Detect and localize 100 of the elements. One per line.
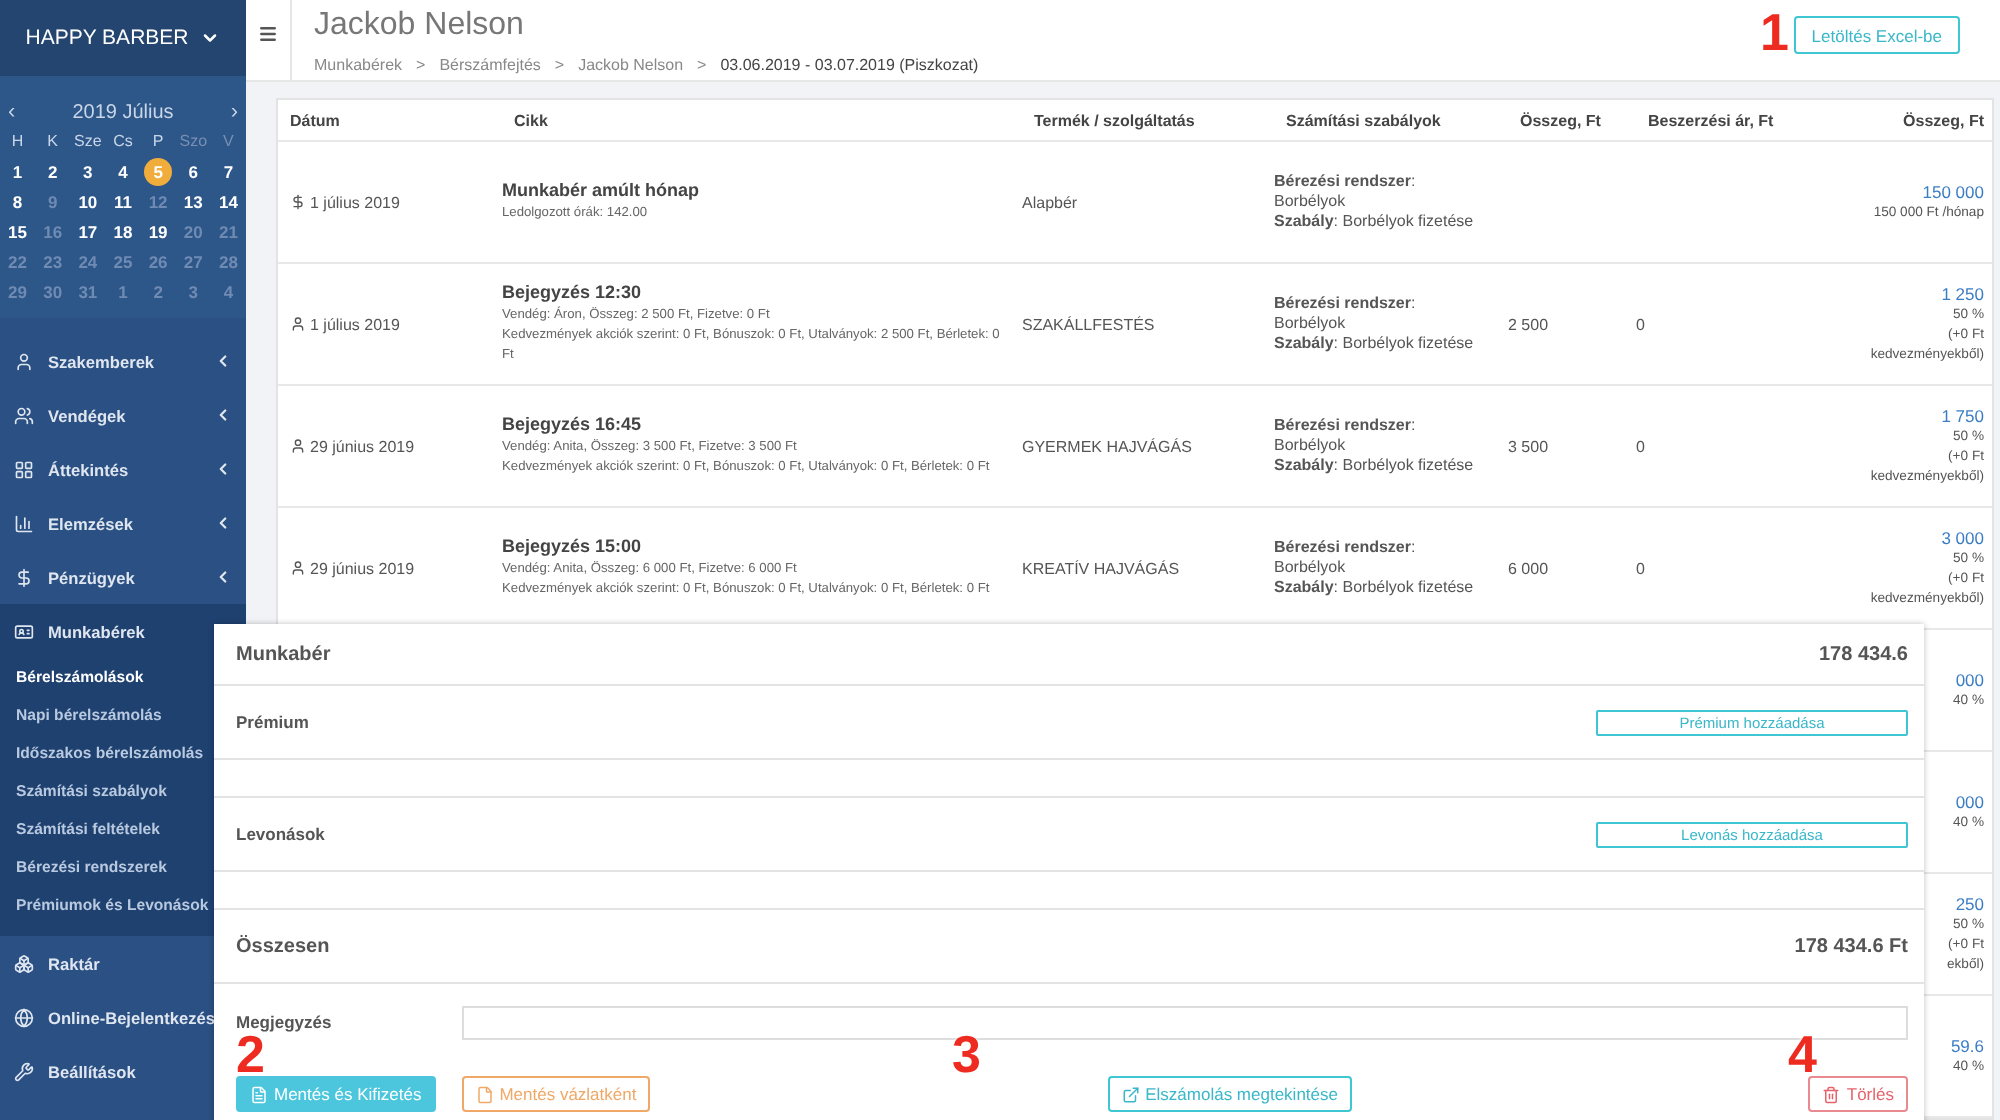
annotation-number: 4 (1788, 1028, 1817, 1080)
next-month-arrow[interactable]: › (230, 100, 238, 124)
export-excel-button[interactable]: Letöltés Excel-be (1793, 16, 1960, 54)
calendar-day[interactable]: 8 (0, 188, 36, 216)
weekday-label: K (45, 130, 61, 154)
annotation-number: 2 (236, 1028, 265, 1080)
amount-cell-text: 3 500 (1508, 437, 1551, 455)
calendar-day[interactable]: 13 (175, 188, 211, 216)
sidebar-item[interactable]: Munkabérek (0, 604, 159, 658)
cost-cell-text: 0 (1636, 559, 1647, 577)
total-amount-link[interactable]: 000 (1955, 790, 1984, 814)
item-title: Bejegyzés 15:00 (502, 536, 644, 556)
chevron-left-icon (214, 514, 232, 532)
rule-text: Bérezési rendszer: (1274, 172, 1418, 192)
menu-icon[interactable] (258, 24, 278, 44)
boxes-icon (14, 953, 34, 973)
calendar-day[interactable]: 11 (105, 188, 141, 216)
sidebar-item[interactable]: Áttekintés (0, 442, 246, 496)
user-icon (290, 438, 306, 454)
column-header: Cikk (512, 111, 550, 129)
calendar-day[interactable]: 4 (105, 158, 141, 186)
date-text: 1 július 2019 (310, 315, 400, 333)
sidebar-item[interactable]: Online-Bejelentkezés (0, 990, 229, 1044)
chevron-left-icon (214, 568, 232, 586)
total-amount-link[interactable]: 3 000 (1941, 526, 1984, 550)
chevron-left-icon (214, 406, 232, 424)
page-title: Jackob Nelson (314, 8, 524, 44)
sidebar-item[interactable]: Elemzések (0, 496, 246, 550)
users-icon (14, 405, 34, 425)
product-cell-text: GYERMEK HAJVÁGÁS (1022, 437, 1194, 455)
column-header: Beszerzési ár, Ft (1646, 111, 1776, 129)
calendar-day[interactable]: 2 (35, 158, 71, 186)
rule-text: Szabály: Borbélyok fizetése (1274, 578, 1476, 598)
date-text: 29 június 2019 (310, 559, 415, 577)
weekday-label: Cs (111, 130, 135, 154)
item-title: Bejegyzés 16:45 (502, 414, 644, 434)
total-amount-link[interactable]: 000 (1955, 668, 1984, 692)
total-amount-link[interactable]: 1 750 (1941, 404, 1984, 428)
total-amount-link[interactable]: 59.6 (1950, 1034, 1984, 1058)
total-amount-link[interactable]: 1 250 (1941, 282, 1984, 306)
calendar-day[interactable]: 6 (175, 158, 211, 186)
sidebar-item[interactable]: Raktár (0, 936, 114, 990)
chevron-down-icon[interactable] (200, 28, 221, 48)
sidebar-item[interactable]: Beállítások (0, 1044, 150, 1098)
user-icon (290, 560, 306, 576)
rule-text: Borbélyok (1274, 436, 1348, 456)
calendar-day[interactable]: 10 (70, 188, 106, 216)
breadcrumb-separator: > (554, 56, 565, 74)
note-label: Megjegyzés (236, 1012, 332, 1032)
column-header: Számítási szabályok (1284, 111, 1443, 129)
total-amount-link[interactable]: 150 000 (1922, 180, 1984, 204)
annotation-number: 1 (1760, 6, 1789, 58)
breadcrumb-separator: > (697, 56, 707, 74)
delete-button[interactable]: Törlés (1808, 1076, 1909, 1112)
date-text: 1 július 2019 (310, 193, 400, 211)
calendar-day[interactable]: 15 (0, 218, 36, 246)
grid-icon (14, 459, 34, 479)
note-field[interactable] (462, 1005, 1908, 1039)
product-cell-text: SZAKÁLLFESTÉS (1022, 315, 1157, 333)
prev-month-arrow[interactable]: ‹ (8, 100, 16, 124)
chevron-left-icon (214, 460, 232, 478)
cost-cell-text: 0 (1636, 315, 1647, 333)
sidebar-item[interactable]: Szakemberek (0, 334, 246, 388)
calendar-day[interactable]: 1 (0, 158, 36, 186)
breadcrumb-link[interactable]: Munkabérek (314, 56, 403, 74)
rule-text: Szabály: Borbélyok fizetése (1274, 212, 1476, 232)
view-settlement-button[interactable]: Elszámolás megtekintése (1107, 1076, 1352, 1112)
user-icon (290, 316, 306, 332)
wrench-icon (14, 1061, 34, 1081)
breadcrumb-link[interactable]: Bérszámfejtés (439, 56, 541, 74)
file-icon (475, 1085, 494, 1103)
calendar-day[interactable]: 17 (70, 218, 106, 246)
column-header: Összeg, Ft (1901, 111, 1986, 129)
total-value: 178 434.6 Ft (1794, 935, 1908, 957)
total-amount-link[interactable]: 250 (1955, 892, 1984, 916)
total-label: Összesen (236, 935, 330, 957)
rule-text: Szabály: Borbélyok fizetése (1274, 456, 1476, 476)
calendar-day[interactable]: 7 (210, 158, 246, 186)
calendar-day[interactable]: 14 (210, 188, 246, 216)
dollar-icon (14, 567, 34, 587)
date-text: 29 június 2019 (310, 437, 415, 455)
calendar-day[interactable]: 19 (140, 218, 176, 246)
dollar-icon (290, 194, 306, 210)
document-icon (250, 1085, 268, 1103)
chevron-left-icon (214, 352, 232, 370)
rule-text: Bérezési rendszer: (1274, 294, 1418, 314)
trash-icon (1822, 1085, 1841, 1103)
amount-cell-text: 6 000 (1508, 559, 1551, 577)
column-header: Termék / szolgáltatás (1032, 111, 1197, 129)
sidebar-item[interactable]: Vendégek (0, 388, 246, 442)
calendar-day[interactable]: 18 (105, 218, 141, 246)
external-link-icon (1121, 1085, 1140, 1103)
calendar-title: 2019 Július (72, 101, 174, 123)
sidebar-item[interactable]: Pénzügyek (0, 550, 246, 604)
id-card-icon (14, 621, 34, 641)
weekday-label: H (9, 130, 26, 154)
breadcrumb-separator: > (416, 56, 426, 74)
calendar-day[interactable]: 3 (70, 158, 106, 186)
bonus-label: Prémium (236, 712, 309, 732)
breadcrumb-link[interactable]: Jackob Nelson (578, 56, 684, 74)
